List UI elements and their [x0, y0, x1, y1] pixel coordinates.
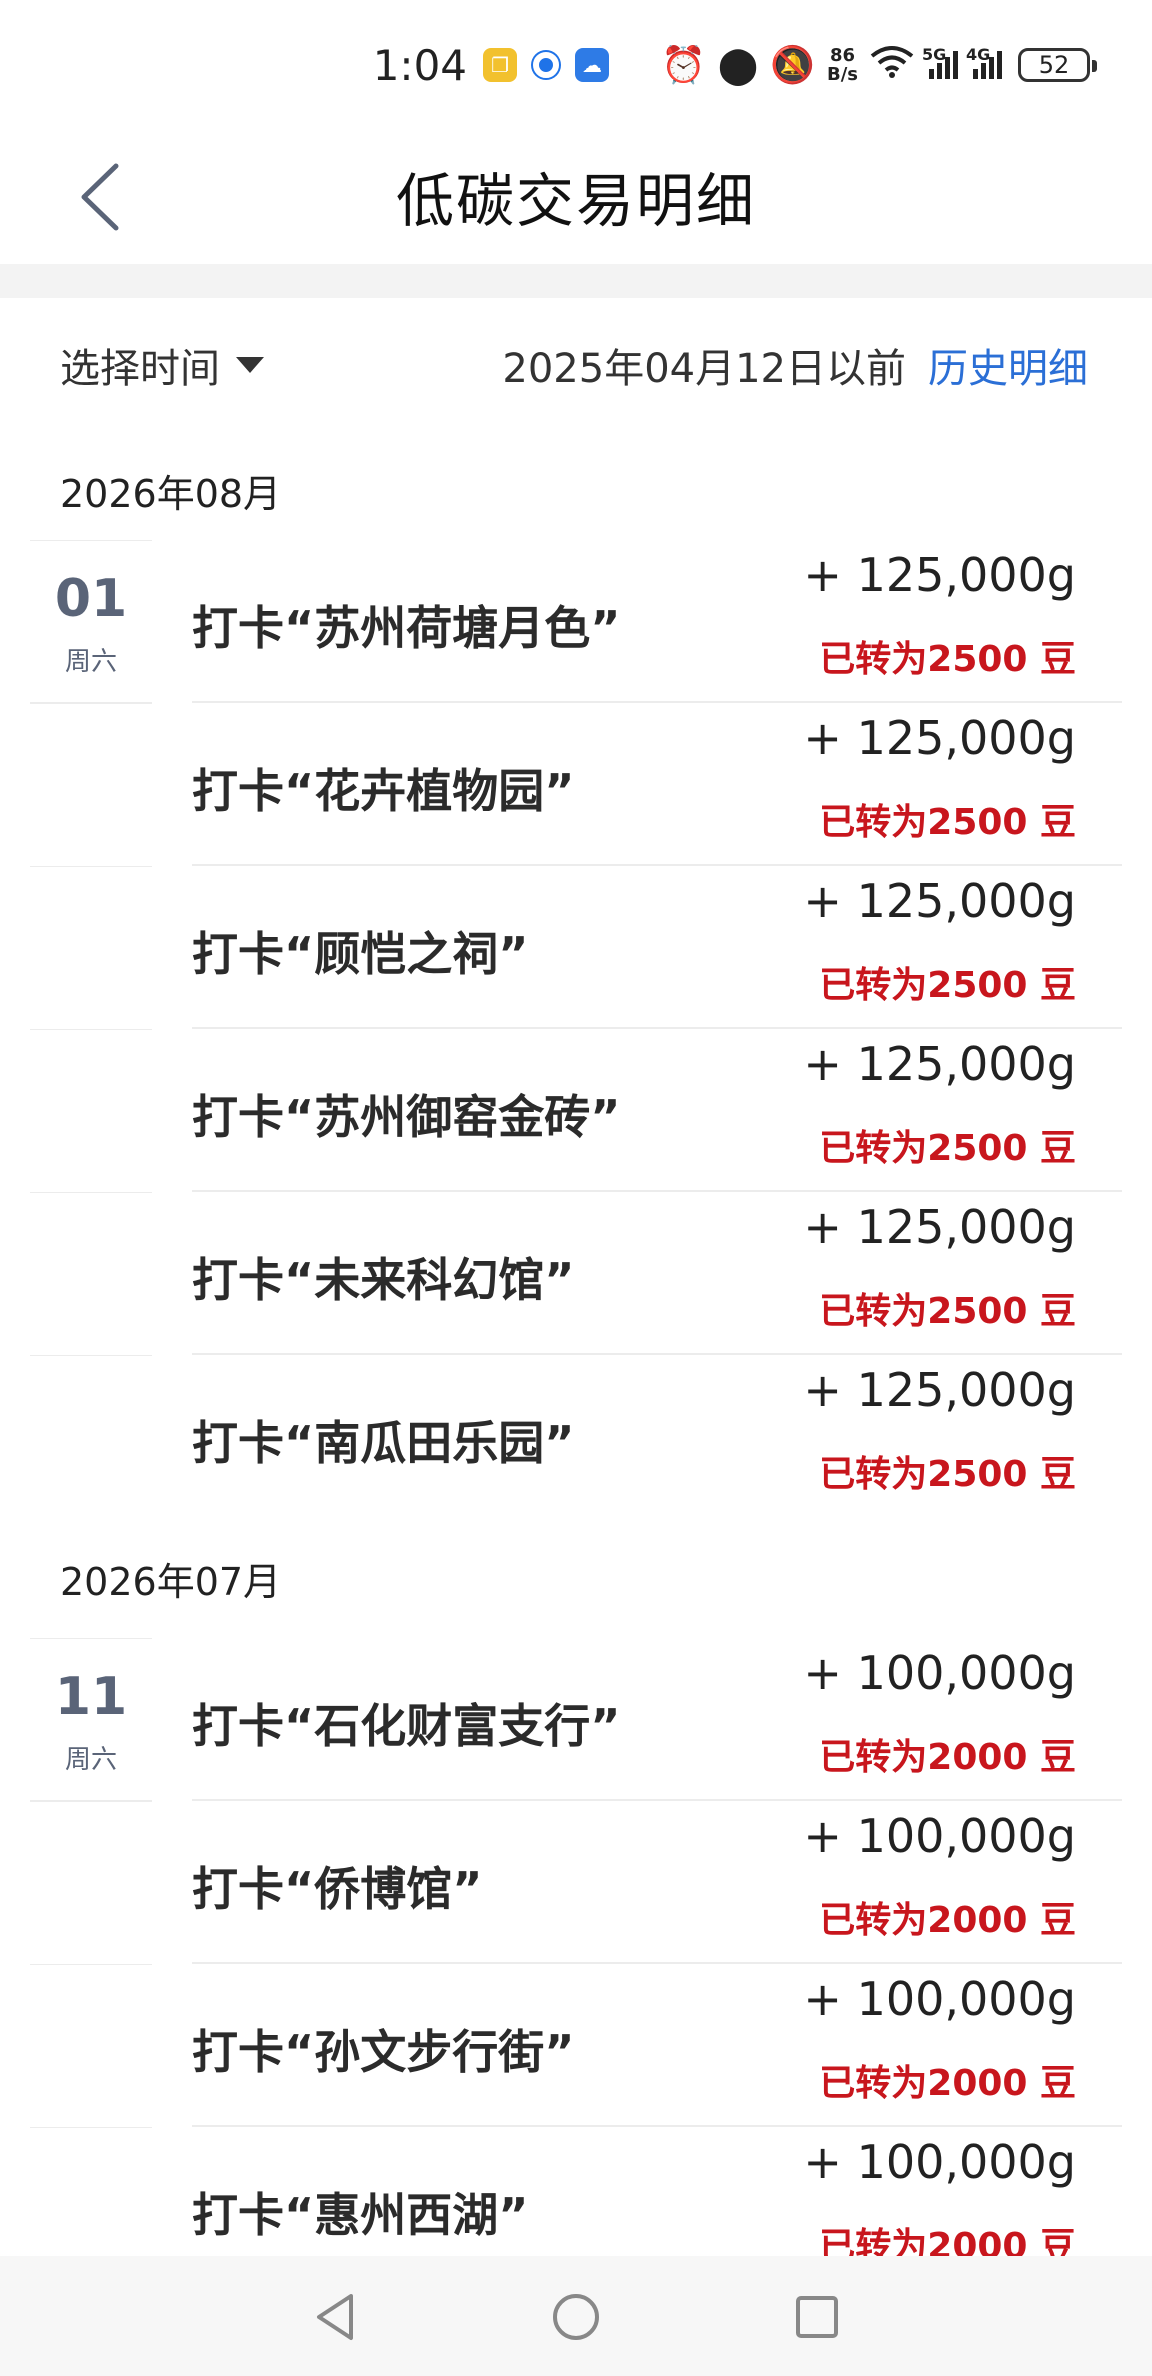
date-cell — [30, 703, 152, 866]
item-amount: + 100,000g — [803, 1646, 1076, 1700]
date-cell — [30, 1355, 152, 1518]
month-header: 2026年07月 — [60, 1559, 282, 1604]
item-amount: + 125,000g — [803, 1037, 1076, 1091]
date-before-text: 2025年04月12日以前 — [502, 346, 906, 392]
day-number: 11 — [54, 1667, 128, 1727]
wifi-icon — [870, 44, 914, 87]
list-item[interactable]: 打卡“未来科幻馆” + 125,000g 已转为2500 豆 — [0, 1192, 1152, 1355]
item-converted: 已转为2000 豆 — [819, 2063, 1076, 2104]
list-item[interactable]: 打卡“侨博馆” + 100,000g 已转为2000 豆 — [0, 1801, 1152, 1964]
item-converted: 已转为2500 豆 — [819, 802, 1076, 843]
square-recents-icon — [796, 2296, 838, 2338]
item-amount: + 100,000g — [803, 1809, 1076, 1863]
date-cell: 01 周六 — [30, 540, 152, 703]
item-converted: 已转为2000 豆 — [819, 1737, 1076, 1778]
item-title: 打卡“惠州西湖” — [192, 2188, 529, 2242]
page: 1:04 ❐ ☁ ⏰ ⬤ 🔕 86 B/s 5G 4G 52 低碳交易明细 选择… — [0, 0, 1152, 2376]
select-time-dropdown[interactable]: 选择时间 — [60, 336, 264, 394]
triangle-back-icon — [317, 2294, 353, 2340]
item-title: 打卡“孙文步行街” — [192, 2025, 575, 2079]
history-detail-link[interactable]: 历史明细 — [928, 336, 1088, 394]
weekday: 周六 — [64, 647, 117, 677]
date-cell — [30, 1964, 152, 2127]
list-item[interactable]: 打卡“花卉植物园” + 125,000g 已转为2500 豆 — [0, 703, 1152, 866]
item-content: 打卡“苏州荷塘月色” + 125,000g 已转为2500 豆 — [192, 540, 1122, 703]
weekday: 周六 — [64, 1745, 117, 1775]
signal-5g-icon: 5G — [922, 45, 958, 79]
system-home-button[interactable] — [541, 2282, 611, 2352]
signal-4g-label: 4G — [966, 45, 991, 64]
item-converted: 已转为2500 豆 — [819, 639, 1076, 680]
item-converted: 已转为2000 豆 — [819, 1900, 1076, 1941]
date-cell — [30, 1801, 152, 1964]
select-time-label: 选择时间 — [60, 346, 220, 392]
item-converted: 已转为2500 豆 — [819, 1454, 1076, 1495]
weather-icon: ☁ — [575, 48, 610, 82]
page-title: 低碳交易明细 — [395, 167, 756, 235]
battery-level: 52 — [1038, 51, 1070, 79]
date-cell — [30, 1192, 152, 1355]
item-amount: + 100,000g — [803, 2135, 1076, 2189]
item-title: 打卡“侨博馆” — [192, 1862, 483, 1916]
item-title: 打卡“苏州荷塘月色” — [192, 601, 621, 655]
list-item[interactable]: 打卡“南瓜田乐园” + 125,000g 已转为2500 豆 — [0, 1355, 1152, 1518]
item-content: 打卡“侨博馆” + 100,000g 已转为2000 豆 — [192, 1801, 1122, 1964]
signal-4g-icon: 4G — [966, 45, 1002, 79]
item-converted: 已转为2500 豆 — [819, 1291, 1076, 1332]
item-content: 打卡“苏州御窑金砖” + 125,000g 已转为2500 豆 — [192, 1029, 1122, 1192]
alarm-icon: ⏰ — [661, 45, 706, 86]
item-amount: + 125,000g — [803, 874, 1076, 928]
divider — [0, 264, 1152, 298]
item-amount: + 125,000g — [803, 548, 1076, 602]
date-cell: 11 周六 — [30, 1638, 152, 1801]
item-title: 打卡“顾恺之祠” — [192, 927, 529, 981]
item-amount: + 125,000g — [803, 711, 1076, 765]
item-title: 打卡“花卉植物园” — [192, 764, 575, 818]
system-back-button[interactable] — [300, 2282, 370, 2352]
item-content: 打卡“顾恺之祠” + 125,000g 已转为2500 豆 — [192, 866, 1122, 1029]
item-title: 打卡“石化财富支行” — [192, 1699, 621, 1753]
system-recents-button[interactable] — [782, 2282, 852, 2352]
caret-down-icon — [236, 357, 264, 373]
item-converted: 已转为2500 豆 — [819, 1128, 1076, 1169]
list-item[interactable]: 11 周六 打卡“石化财富支行” + 100,000g 已转为2000 豆 — [0, 1638, 1152, 1801]
circle-home-icon — [553, 2294, 599, 2340]
item-content: 打卡“花卉植物园” + 125,000g 已转为2500 豆 — [192, 703, 1122, 866]
list-item[interactable]: 打卡“苏州御窑金砖” + 125,000g 已转为2500 豆 — [0, 1029, 1152, 1192]
signal-5g-label: 5G — [922, 45, 947, 64]
list-item[interactable]: 打卡“孙文步行街” + 100,000g 已转为2000 豆 — [0, 1964, 1152, 2127]
nav-header: 低碳交易明细 — [0, 130, 1152, 264]
day-number: 01 — [54, 569, 128, 629]
item-content: 打卡“南瓜田乐园” + 125,000g 已转为2500 豆 — [192, 1355, 1122, 1518]
location-icon: ⬤ — [717, 44, 759, 86]
item-amount: + 125,000g — [803, 1363, 1076, 1417]
list-item[interactable]: 01 周六 打卡“苏州荷塘月色” + 125,000g 已转为2500 豆 — [0, 540, 1152, 703]
status-time: 1:04 — [372, 40, 468, 90]
month-header: 2026年08月 — [60, 471, 282, 516]
item-amount: + 125,000g — [803, 1200, 1076, 1254]
battery-icon: 52 — [1018, 48, 1097, 82]
item-amount: + 100,000g — [803, 1972, 1076, 2026]
item-title: 打卡“苏州御窑金砖” — [192, 1090, 621, 1144]
filter-row: 选择时间 2025年04月12日以前 历史明细 — [0, 330, 1152, 402]
net-speed-unit: B/s — [826, 64, 858, 85]
copy-app-icon: ❐ — [483, 48, 518, 82]
item-content: 打卡“石化财富支行” + 100,000g 已转为2000 豆 — [192, 1638, 1122, 1801]
item-converted: 已转为2500 豆 — [819, 965, 1076, 1006]
status-bar: 1:04 ❐ ☁ ⏰ ⬤ 🔕 86 B/s 5G 4G 52 — [0, 0, 1152, 130]
item-title: 打卡“未来科幻馆” — [192, 1253, 575, 1307]
net-speed: 86 B/s — [827, 46, 858, 84]
list-item[interactable]: 打卡“顾恺之祠” + 125,000g 已转为2500 豆 — [0, 866, 1152, 1029]
system-nav-bar — [0, 2256, 1152, 2376]
date-cell — [30, 866, 152, 1029]
net-speed-value: 86 — [829, 45, 856, 66]
item-title: 打卡“南瓜田乐园” — [192, 1416, 575, 1470]
item-content: 打卡“孙文步行街” + 100,000g 已转为2000 豆 — [192, 1964, 1122, 2127]
mute-bell-icon: 🔕 — [770, 45, 815, 86]
app-notification-icon — [529, 48, 563, 82]
date-cell — [30, 1029, 152, 1192]
transaction-list: 2026年08月 01 周六 打卡“苏州荷塘月色” + 125,000g 已转为… — [0, 440, 1152, 2290]
item-content: 打卡“未来科幻馆” + 125,000g 已转为2500 豆 — [192, 1192, 1122, 1355]
